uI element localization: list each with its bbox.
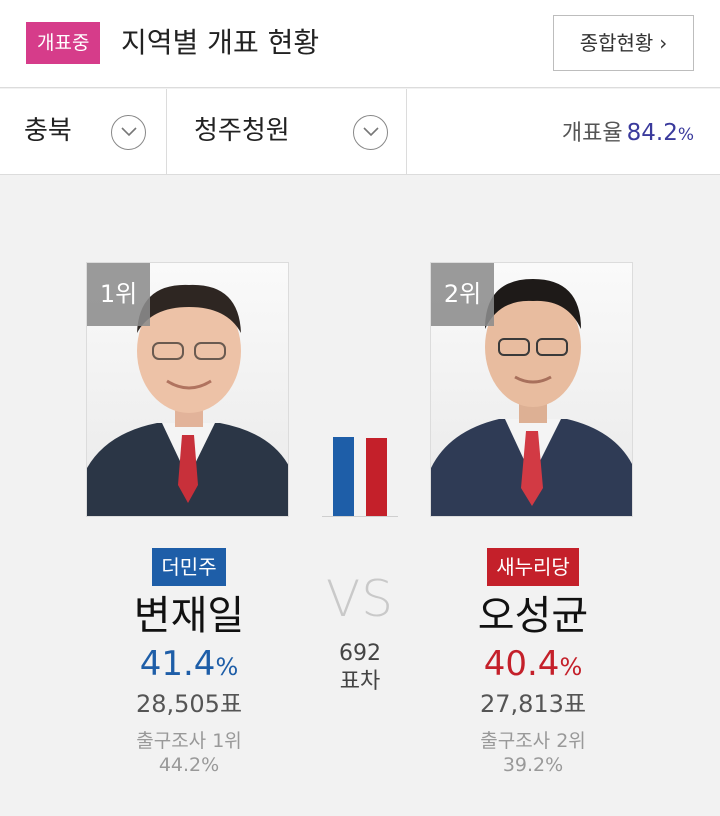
- vote-share: 40.4%: [413, 644, 653, 687]
- candidate-photo: 2위: [430, 262, 633, 517]
- count-rate: 개표율 84.2%: [562, 118, 694, 150]
- chevron-right-icon: ›: [659, 30, 668, 55]
- summary-button[interactable]: 종합현황 ›: [553, 15, 694, 71]
- filter-bar: 충북 청주청원 개표율 84.2%: [0, 89, 720, 175]
- chevron-down-icon[interactable]: [111, 115, 146, 150]
- district-label: 청주청원: [194, 116, 290, 146]
- candidate-name: 오성균: [477, 593, 589, 639]
- page-title: 지역별 개표 현황: [121, 26, 320, 59]
- exit-poll-value: 39.2%: [502, 754, 564, 776]
- candidate-name: 변재일: [133, 593, 245, 639]
- vote-share-value: 40.4: [483, 644, 560, 684]
- vote-share-bar-right: [366, 438, 387, 516]
- vs-label: VS: [326, 570, 394, 628]
- party-badge: 새누리당: [487, 548, 579, 586]
- vote-share-bars: [322, 416, 398, 520]
- candidate-card[interactable]: 더민주 변재일 41.4% 28,505표 출구조사 1위 44.2%: [69, 548, 309, 777]
- exit-poll-label: 출구조사 1위: [136, 730, 242, 752]
- counting-status-badge: 개표중: [26, 22, 101, 64]
- vote-share-unit: %: [559, 653, 583, 681]
- count-rate-label: 개표율: [561, 121, 623, 146]
- header: 개표중 지역별 개표 현황 종합현황 ›: [0, 0, 720, 88]
- rank-badge: 1위: [87, 263, 150, 326]
- vote-share-value: 41.4: [139, 644, 216, 684]
- rank-badge: 2위: [431, 263, 494, 326]
- party-badge: 더민주: [152, 548, 226, 586]
- exit-poll-label: 출구조사 2위: [480, 730, 586, 752]
- summary-button-label: 종합현황: [579, 30, 654, 55]
- candidate-photo: 1위: [86, 262, 289, 517]
- candidate-card[interactable]: 새누리당 오성균 40.4% 27,813표 출구조사 2위 39.2%: [413, 548, 653, 777]
- vote-share: 41.4%: [69, 644, 309, 687]
- vote-gap-label: 표차: [339, 669, 381, 694]
- exit-poll-value: 44.2%: [158, 754, 220, 776]
- vote-gap-value: 692: [339, 641, 381, 666]
- versus-block: VS 692 표차: [300, 572, 420, 696]
- count-rate-value: 84.2: [626, 120, 678, 146]
- result-panel: 1위 2위 더민주 변재일 41.4% 28,505표 출구조사 1위 44.2…: [0, 176, 720, 816]
- region-label: 충북: [24, 116, 72, 146]
- region-selector[interactable]: 충북: [0, 89, 167, 175]
- count-rate-unit: %: [677, 125, 694, 145]
- chevron-down-icon[interactable]: [353, 115, 388, 150]
- vote-count: 28,505표: [135, 690, 243, 718]
- vote-share-unit: %: [215, 653, 239, 681]
- bar-baseline: [322, 516, 398, 517]
- vote-share-bar-left: [333, 437, 354, 516]
- vote-count: 27,813표: [479, 690, 587, 718]
- district-selector[interactable]: 청주청원: [167, 89, 407, 175]
